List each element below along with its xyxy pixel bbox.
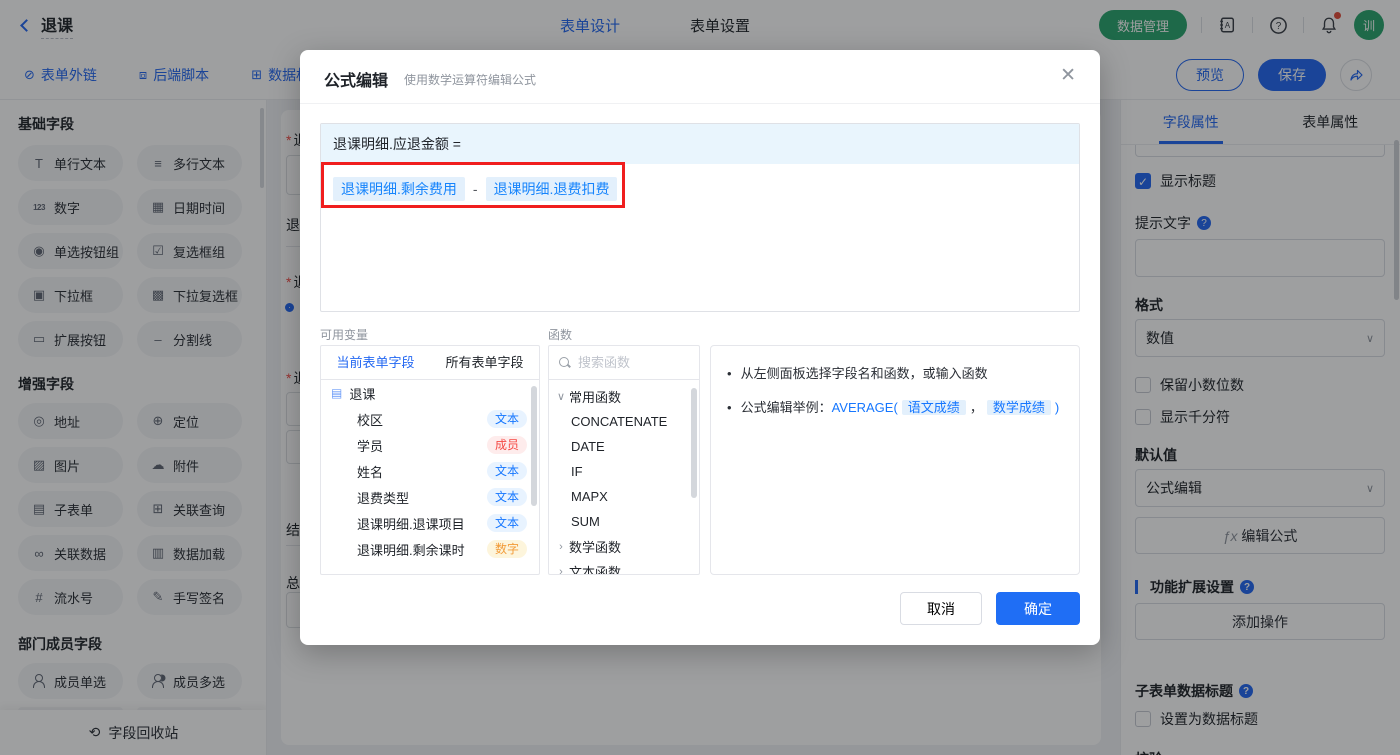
chevron-right-icon: › xyxy=(559,540,563,553)
formula-editor-dialog: 公式编辑 使用数学运算符编辑公式 ✕ 退课明细.应退金额 = 退课明细.剩余费用… xyxy=(300,50,1100,645)
variables-scrollbar[interactable] xyxy=(531,386,537,506)
tip-line: • 从左侧面板选择字段名和函数，或输入函数 xyxy=(727,363,1063,385)
formula-field-chip[interactable]: 退课明细.剩余费用 xyxy=(333,177,465,201)
example-field-chip: 数学成绩 xyxy=(986,400,1051,415)
variables-panel: 当前表单字段 所有表单字段 ▤ 退课 校区 文本 学员 成员 姓名 文本 退费类型 文本 … xyxy=(320,345,540,575)
formula-target: 退课明细.应退金额 = xyxy=(321,124,1079,164)
formula-editor[interactable]: 退课明细.应退金额 = 退课明细.剩余费用 - 退课明细.退费扣费 xyxy=(320,123,1080,312)
close-icon[interactable]: ✕ xyxy=(1060,64,1076,87)
type-badge: 文本 xyxy=(486,462,527,480)
function-search[interactable] xyxy=(549,346,699,380)
functions-scrollbar[interactable] xyxy=(691,388,697,498)
dialog-subtitle: 使用数学运算符编辑公式 xyxy=(404,73,537,87)
cancel-button[interactable]: 取消 xyxy=(900,592,982,625)
variables-label: 可用变量 xyxy=(320,328,369,342)
variable-item[interactable]: 退课明细.剩余课时 数字 xyxy=(321,536,539,562)
tree-root[interactable]: ▤ 退课 xyxy=(321,380,539,406)
type-badge: 文本 xyxy=(486,514,527,532)
bullet-icon: • xyxy=(727,400,732,415)
chevron-down-icon: ∨ xyxy=(556,391,566,403)
example-field-chip: 语文成绩 xyxy=(901,400,966,415)
type-badge: 文本 xyxy=(486,410,527,428)
function-group-common[interactable]: ∨ 常用函数 xyxy=(549,384,699,409)
type-badge: 成员 xyxy=(486,436,527,454)
type-badge: 数字 xyxy=(486,540,527,558)
formula-expression[interactable]: 退课明细.剩余费用 - 退课明细.退费扣费 xyxy=(321,164,1079,214)
formula-field-chip[interactable]: 退课明细.退费扣费 xyxy=(485,177,618,201)
function-item[interactable]: SUM xyxy=(549,509,699,534)
variable-item[interactable]: 校区 文本 xyxy=(321,406,539,432)
bullet-icon: • xyxy=(727,366,732,381)
function-group-text[interactable]: › 文本函数 xyxy=(549,559,699,575)
confirm-button[interactable]: 确定 xyxy=(996,592,1080,625)
type-badge: 文本 xyxy=(486,488,527,506)
function-search-input[interactable] xyxy=(578,355,678,370)
form-file-icon: ▤ xyxy=(331,386,343,400)
variable-item-clipped[interactable] xyxy=(321,562,539,574)
function-item[interactable]: MAPX xyxy=(549,484,699,509)
function-item[interactable]: DATE xyxy=(549,434,699,459)
chevron-right-icon: › xyxy=(559,565,563,575)
function-item[interactable]: IF xyxy=(549,459,699,484)
function-item[interactable]: CONCATENATE xyxy=(549,409,699,434)
tip-line: • 公式编辑举例：AVERAGE(语文成绩，数学成绩) xyxy=(727,397,1063,419)
tab-all-form-fields[interactable]: 所有表单字段 xyxy=(430,346,539,379)
functions-panel: ∨常用函数 CONCATENATE DATE IF MAPX SUM ›数学函数… xyxy=(548,345,700,575)
divider xyxy=(300,103,1100,104)
functions-label: 函数 xyxy=(548,328,573,342)
variables-tree: ▤ 退课 校区 文本 学员 成员 姓名 文本 退费类型 文本 退课明细.退课项目 文本 退课… xyxy=(321,380,539,574)
dialog-title: 公式编辑 xyxy=(324,73,389,90)
variable-item[interactable]: 退费类型 文本 xyxy=(321,484,539,510)
minus-operator: - xyxy=(472,181,478,197)
functions-tree: ∨ 常用函数 CONCATENATE DATE IF MAPX SUM › 数学函数… xyxy=(549,380,699,575)
search-icon xyxy=(559,356,571,369)
variable-item[interactable]: 学员 成员 xyxy=(321,432,539,458)
tips-panel: • 从左侧面板选择字段名和函数，或输入函数 • 公式编辑举例：AVERAGE(语… xyxy=(710,345,1080,575)
tab-current-form-fields[interactable]: 当前表单字段 xyxy=(321,346,430,379)
function-group-math[interactable]: › 数学函数 xyxy=(549,534,699,559)
variable-item[interactable]: 姓名 文本 xyxy=(321,458,539,484)
variable-item[interactable]: 退课明细.退课项目 文本 xyxy=(321,510,539,536)
